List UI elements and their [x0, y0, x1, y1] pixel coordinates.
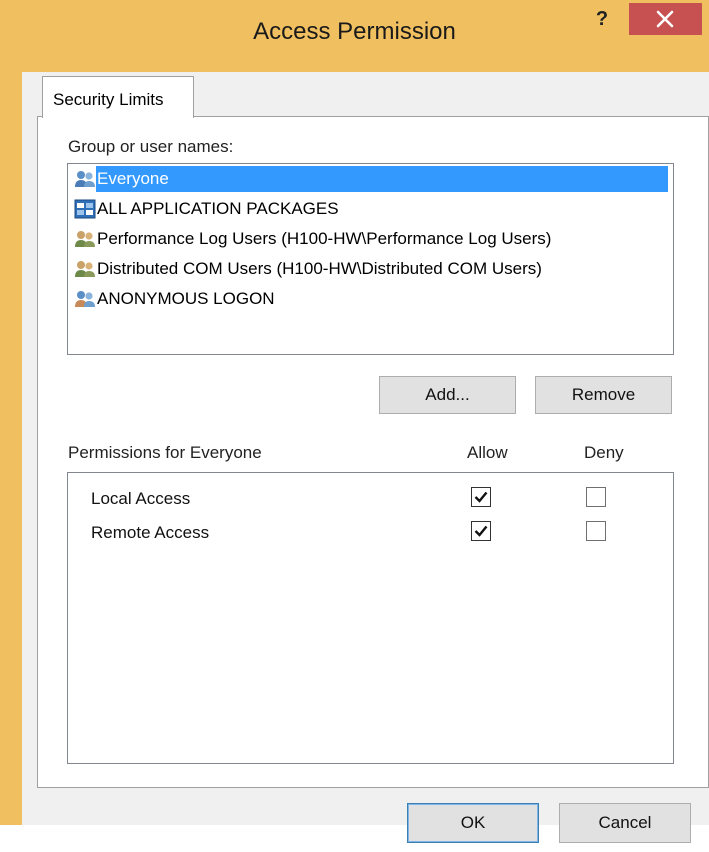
list-item[interactable]: ANONYMOUS LOGON	[72, 284, 668, 314]
list-item[interactable]: Performance Log Users (H100-HW\Performan…	[72, 224, 668, 254]
close-icon	[656, 10, 674, 28]
list-item[interactable]: Distributed COM Users (H100-HW\Distribut…	[72, 254, 668, 284]
allow-local-access-checkbox[interactable]	[471, 487, 491, 507]
group-user-list[interactable]: Everyone ALL APPLICATION PACKAGES Perfor…	[67, 163, 674, 355]
close-button[interactable]	[629, 3, 702, 35]
allow-remote-access-checkbox[interactable]	[471, 521, 491, 541]
permission-name: Local Access	[91, 489, 191, 508]
access-permission-dialog: Access Permission ? Security Limits Grou…	[0, 0, 709, 843]
tab-label: Security Limits	[53, 90, 164, 109]
permission-row-remote-access: Remote Access	[68, 518, 673, 548]
title-bar[interactable]: Access Permission ?	[0, 0, 709, 72]
security-limits-panel: Group or user names: Everyone ALL APPLIC…	[37, 116, 709, 788]
permission-name: Remote Access	[91, 523, 210, 542]
cancel-button[interactable]: Cancel	[559, 803, 691, 843]
allow-header: Allow	[467, 443, 508, 462]
ok-button[interactable]: OK	[407, 803, 539, 843]
list-item[interactable]: ALL APPLICATION PACKAGES	[72, 194, 668, 224]
selection-highlight	[96, 166, 668, 192]
checkmark-icon	[474, 491, 488, 503]
users-icon	[75, 171, 95, 187]
list-item[interactable]: Everyone	[72, 164, 668, 194]
dialog-client-area: Security Limits Group or user names: Eve…	[22, 72, 709, 843]
permissions-label: Permissions for Everyone	[68, 443, 262, 462]
users-icon	[75, 261, 95, 277]
add-button[interactable]: Add...	[379, 376, 516, 414]
deny-remote-access-checkbox[interactable]	[586, 521, 606, 541]
list-item-label: ANONYMOUS LOGON	[97, 289, 275, 308]
checkmark-icon	[474, 525, 488, 537]
tab-security-limits[interactable]: Security Limits	[42, 76, 194, 118]
deny-local-access-checkbox[interactable]	[586, 487, 606, 507]
permission-row-local-access: Local Access	[68, 484, 673, 514]
users-icon	[75, 291, 95, 307]
deny-header: Deny	[584, 443, 624, 462]
list-item-label: Performance Log Users (H100-HW\Performan…	[97, 229, 552, 248]
list-item-label: Distributed COM Users (H100-HW\Distribut…	[97, 259, 542, 278]
list-item-label: Everyone	[97, 169, 169, 188]
users-icon	[75, 231, 95, 247]
application-packages-icon	[74, 199, 96, 219]
remove-button[interactable]: Remove	[535, 376, 672, 414]
list-item-label: ALL APPLICATION PACKAGES	[97, 199, 339, 218]
permissions-list: Local Access Remote Access	[67, 472, 674, 764]
group-names-label: Group or user names:	[68, 137, 234, 156]
help-button[interactable]: ?	[585, 5, 619, 33]
